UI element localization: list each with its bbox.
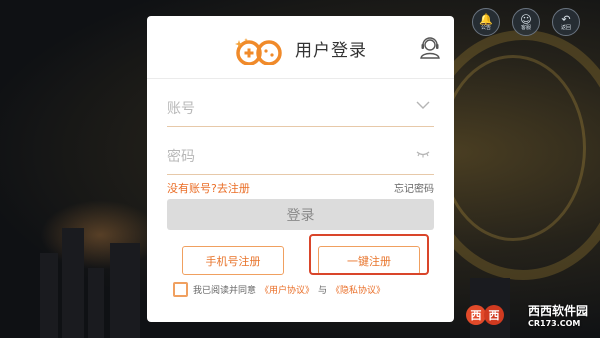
phone-register-button[interactable]: 手机号注册 <box>182 246 284 275</box>
eye-hidden-icon[interactable] <box>416 148 430 158</box>
return-arrow-icon: ↶ <box>561 12 571 26</box>
back-icon[interactable]: ↶ 返回 <box>552 8 580 36</box>
bell-icon: 🔔 <box>479 12 493 26</box>
watermark-logo-char: 西 <box>483 305 504 325</box>
watermark-text: 西西软件园 CR173.COM <box>528 302 588 328</box>
bg-glow <box>40 200 160 270</box>
header-divider <box>147 78 454 79</box>
watermark-logo-icon: 西 西 <box>465 303 524 327</box>
watermark: 西 西 西西软件园 CR173.COM <box>465 302 588 328</box>
account-input[interactable]: 账号 <box>167 98 195 118</box>
agree-checkbox[interactable] <box>173 281 188 297</box>
dialog-title: 用户登录 <box>295 41 367 61</box>
customer-service-icon[interactable] <box>418 35 442 59</box>
watermark-logo-char: 西 <box>465 305 486 325</box>
agree-text: 我已阅读并同意 <box>193 285 257 296</box>
gamepad-logo-icon <box>235 38 282 65</box>
bg-building <box>110 243 140 338</box>
and-text: 与 <box>318 285 328 296</box>
chevron-down-icon[interactable] <box>416 100 430 110</box>
no-account-register-link[interactable]: 没有账号?去注册 <box>167 180 250 196</box>
forgot-password-link[interactable]: 忘记密码 <box>394 180 434 195</box>
account-field[interactable]: 账号 <box>167 90 434 127</box>
agreement-row: 我已阅读并同意 《用户协议》 与 《隐私协议》 <box>173 279 389 299</box>
bg-building <box>62 228 84 338</box>
bg-building <box>40 253 58 338</box>
watermark-url: CR173.COM <box>527 319 581 328</box>
password-input[interactable]: 密码 <box>167 146 195 166</box>
face-icon: ☺ <box>520 12 532 26</box>
top-icon-label: 客服 <box>520 24 531 31</box>
support-icon[interactable]: ☺ 客服 <box>512 8 540 36</box>
watermark-name: 西西软件园 <box>527 304 588 318</box>
privacy-agreement-link[interactable]: 《隐私协议》 <box>331 283 385 296</box>
password-field[interactable]: 密码 <box>167 138 434 175</box>
login-dialog: 用户登录 账号 密码 没有账号?去注册 忘记密码 登录 手机号注册 一键注册 我… <box>147 16 454 322</box>
bg-building <box>88 268 104 338</box>
top-toolbar: 🔔 公告 ☺ 客服 ↶ 返回 <box>472 8 580 36</box>
top-icon-label: 返回 <box>560 24 571 31</box>
login-button[interactable]: 登录 <box>167 199 434 230</box>
top-icon-label: 公告 <box>480 24 491 31</box>
dialog-header: 用户登录 <box>147 16 454 78</box>
bg-ring-inner <box>440 55 586 241</box>
notice-icon[interactable]: 🔔 公告 <box>472 8 500 36</box>
highlight-box <box>309 234 429 275</box>
user-agreement-link[interactable]: 《用户协议》 <box>260 283 314 296</box>
